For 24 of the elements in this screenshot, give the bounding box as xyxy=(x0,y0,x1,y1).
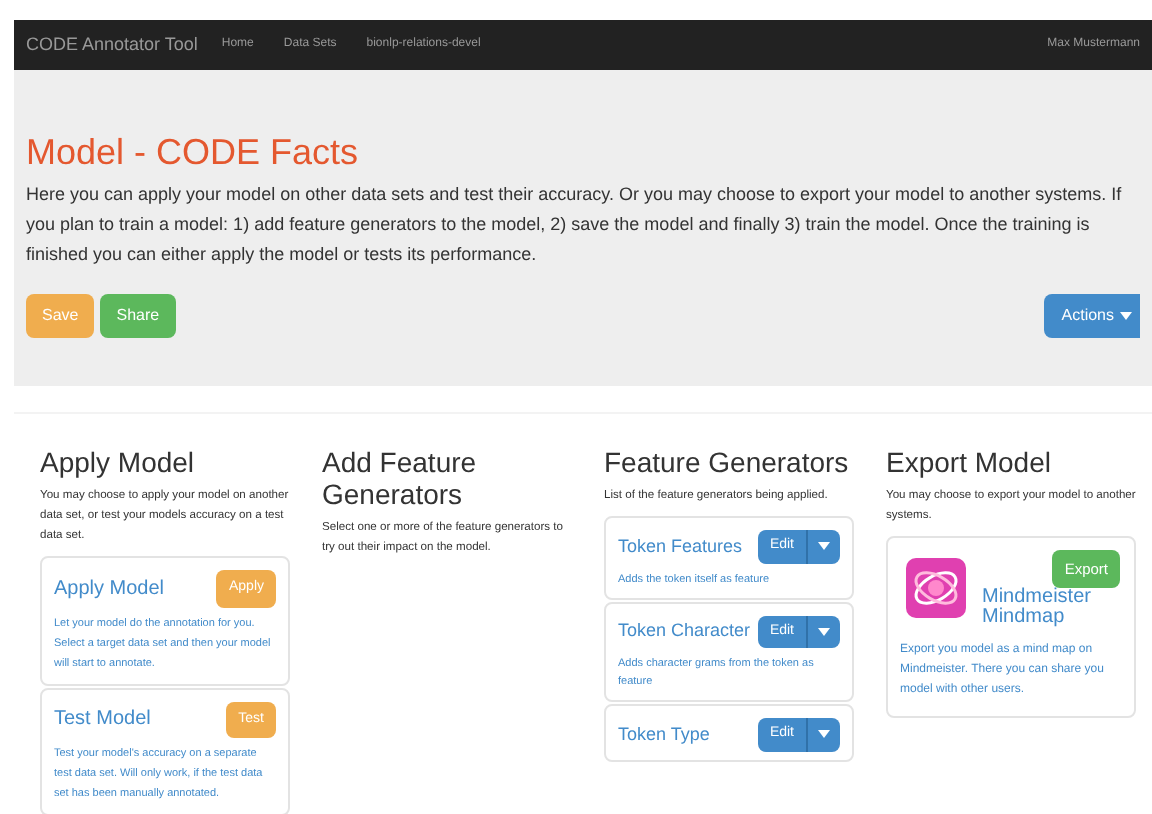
column-heading: Feature Generators xyxy=(604,446,851,478)
card-title: Token Features xyxy=(618,533,743,559)
caret-icon xyxy=(818,730,830,739)
card-title: Token Type xyxy=(618,721,710,748)
column-heading: Export Model xyxy=(886,446,1053,478)
card-title: Test Model xyxy=(54,706,151,735)
caret-icon xyxy=(818,627,830,636)
card-title: Apply Model xyxy=(54,575,165,604)
caret-icon xyxy=(818,542,830,551)
actions-button[interactable]: Actions xyxy=(1043,294,1140,338)
column-heading: Apply Model xyxy=(40,446,197,478)
column-heading: Add Feature Generators xyxy=(322,446,479,510)
page-title: Model - CODE Facts xyxy=(26,130,361,174)
dropdown-toggle[interactable] xyxy=(806,615,840,648)
card-title: Mindmeister Mindmap xyxy=(982,588,1093,629)
toolbar-button[interactable]: Save xyxy=(26,294,95,338)
caret-icon xyxy=(1120,312,1132,320)
brand-link[interactable]: CODE Annotator Tool xyxy=(26,31,198,59)
mindmap-logo-icon xyxy=(906,558,966,618)
dropdown-toggle[interactable] xyxy=(806,718,840,751)
dropdown-toggle[interactable] xyxy=(806,530,840,563)
toolbar-button[interactable]: Share xyxy=(100,294,176,338)
card-title: Token Character xyxy=(618,618,751,644)
page-description: Here you can apply your model on other data sets and test their accuracy. Or you may choose to export your model to another systems. If you plan to train a model: 1) add feature generators to the model, 2) save the model and finally 3) train the model. Once the training is finished you can either apply the model or tests its performance. xyxy=(26,182,1124,268)
